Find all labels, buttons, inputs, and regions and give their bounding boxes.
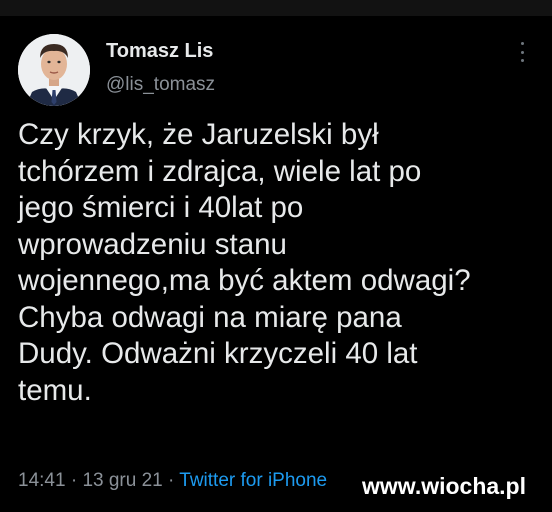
more-vertical-icon[interactable] [516,42,528,62]
tweet-meta: 14:41 · 13 gru 21 · Twitter for iPhone [18,470,327,492]
more-dot [520,42,524,45]
tweet-text: Czy krzyk, że Jaruzelski był tchórzem i … [18,117,546,409]
tweet-source-link[interactable]: Twitter for iPhone [179,470,327,491]
tweet-time[interactable]: 14:41 [18,470,66,491]
tweet-text-line: wojennego,ma być aktem odwagi? [18,264,471,297]
more-dot [520,59,524,62]
meta-separator: · [168,470,175,491]
tweet-date[interactable]: 13 gru 21 [82,470,162,491]
tweet-text-line: Czy krzyk, że Jaruzelski był [18,118,379,151]
tweet-text-line: wprowadzeniu stanu [18,227,287,261]
tweet-text-line: Dudy. Odważni krzyczeli 40 lat [18,337,418,370]
watermark: www.wiocha.pl [362,473,526,499]
tweet-text-line: Chyba odwagi na miarę pana [18,300,402,334]
more-dot [520,50,524,54]
tweet-text-line: jego śmierci i 40lat po [18,191,304,224]
tweet-text-line: temu. [18,373,92,407]
top-strip [0,0,552,16]
author-handle[interactable]: @lis_tomasz [106,74,215,96]
avatar[interactable] [18,34,90,106]
meta-separator: · [70,470,78,491]
author-name[interactable]: Tomasz Lis [106,40,213,63]
avatar-photo [18,34,90,106]
tweet-text-line: tchórzem i zdrajca, wiele lat po [18,154,422,188]
